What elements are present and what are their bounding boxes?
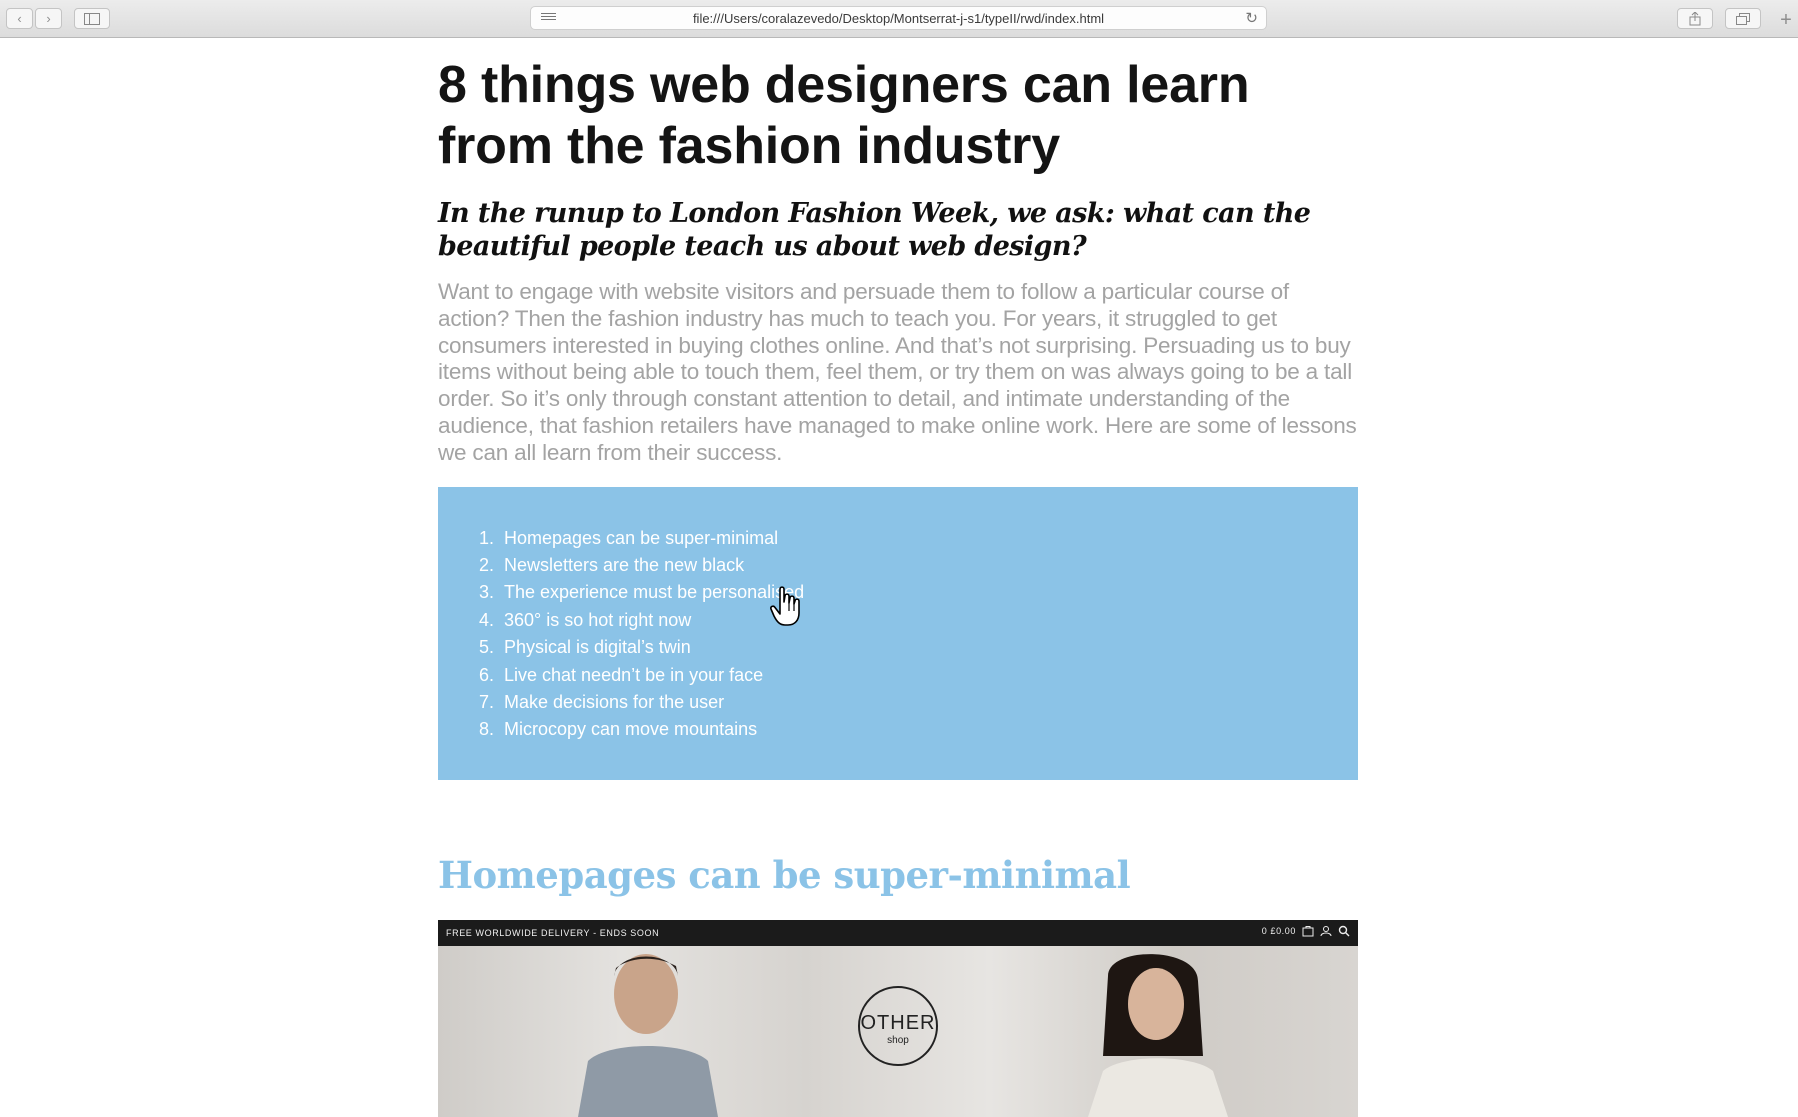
toc-item-number: 8. <box>478 719 494 740</box>
toc-item-number: 6. <box>478 664 494 685</box>
share-icon <box>1689 11 1701 25</box>
bag-icon <box>1302 926 1314 937</box>
user-icon <box>1320 926 1332 937</box>
male-model-silhouette <box>578 954 718 1117</box>
toc-item-label[interactable]: Make decisions for the user <box>504 692 724 712</box>
article: 8 things web designers can learn from th… <box>438 37 1358 897</box>
forward-button[interactable]: › <box>35 8 62 29</box>
toc-item-number: 2. <box>478 554 494 575</box>
address-bar[interactable]: file:///Users/coralazevedo/Desktop/Monts… <box>530 6 1267 30</box>
back-button[interactable]: ‹ <box>6 8 33 29</box>
back-arrow-icon: ‹ <box>17 11 22 26</box>
hand-cursor-icon <box>770 585 800 626</box>
fashion-models-photo: OTHER shop <box>438 946 1358 1117</box>
toc-item-label[interactable]: Newsletters are the new black <box>504 555 744 575</box>
page-title: 8 things web designers can learn from th… <box>438 56 1250 175</box>
toc-item[interactable]: 4. 360° is so hot right now <box>479 607 1358 634</box>
tabs-icon <box>1736 12 1750 25</box>
toc-item-label[interactable]: The experience must be personalised <box>504 582 804 602</box>
toc-item[interactable]: 1. Homepages can be super-minimal <box>479 525 1358 552</box>
toc-item-label[interactable]: Live chat needn’t be in your face <box>504 665 763 685</box>
section-heading: Homepages can be super-minimal <box>438 852 1131 897</box>
toc-item-label[interactable]: 360° is so hot right now <box>504 610 691 630</box>
new-tab-button[interactable]: + <box>1774 8 1798 32</box>
page-subtitle: In the runup to London Fashion Week, we … <box>438 198 1311 262</box>
reload-icon[interactable]: ↻ <box>1245 9 1258 27</box>
forward-arrow-icon: › <box>46 11 51 26</box>
toc-list: 1. Homepages can be super-minimal 2. Newsle… <box>438 525 1358 744</box>
browser-toolbar: ‹ › file:///Users/coralazevedo/Desktop/M… <box>0 0 1798 38</box>
toc-item[interactable]: 2. Newsletters are the new black <box>479 552 1358 579</box>
sidebar-icon <box>84 12 100 25</box>
shop-cart-area: 0 £0.00 <box>1262 925 1350 937</box>
share-button[interactable] <box>1677 8 1713 29</box>
toc-item[interactable]: 8. Microcopy can move mountains <box>479 716 1358 743</box>
toc-item[interactable]: 3. The experience must be personalised <box>479 579 1358 606</box>
url-text: file:///Users/coralazevedo/Desktop/Monts… <box>692 11 1105 26</box>
toc-item-label[interactable]: Physical is digital’s twin <box>504 637 691 657</box>
toc-item-number: 4. <box>478 609 494 630</box>
toc-item[interactable]: 7. Make decisions for the user <box>479 689 1358 716</box>
other-shop-logo: OTHER shop <box>858 986 938 1066</box>
shop-screenshot-image: FREE WORLDWIDE DELIVERY - ENDS SOON 0 £0… <box>438 920 1358 1117</box>
toc-item-number: 7. <box>478 692 494 713</box>
toc-item-label[interactable]: Homepages can be super-minimal <box>504 528 778 548</box>
shop-cart-text: 0 £0.00 <box>1261 926 1296 936</box>
toc-item[interactable]: 6. Live chat needn’t be in your face <box>479 662 1358 689</box>
female-model-silhouette <box>1088 954 1228 1117</box>
search-icon <box>1338 925 1350 937</box>
toc-item-label[interactable]: Microcopy can move mountains <box>504 719 757 739</box>
toc-item-number: 1. <box>478 527 494 548</box>
toc-item-number: 5. <box>478 637 494 658</box>
new-tab-icon: + <box>1780 9 1792 31</box>
toc-item-number: 3. <box>478 582 494 603</box>
tabs-button[interactable] <box>1725 8 1761 29</box>
intro-paragraph: Want to engage with website visitors and… <box>438 279 1357 465</box>
shop-top-bar: FREE WORLDWIDE DELIVERY - ENDS SOON 0 £0… <box>438 920 1358 946</box>
shop-promo-text: FREE WORLDWIDE DELIVERY - ENDS SOON <box>446 928 660 938</box>
sidebar-button[interactable] <box>74 8 110 29</box>
toc-item[interactable]: 5. Physical is digital’s twin <box>479 634 1358 661</box>
table-of-contents: 1. Homepages can be super-minimal 2. Newsle… <box>438 486 1358 780</box>
